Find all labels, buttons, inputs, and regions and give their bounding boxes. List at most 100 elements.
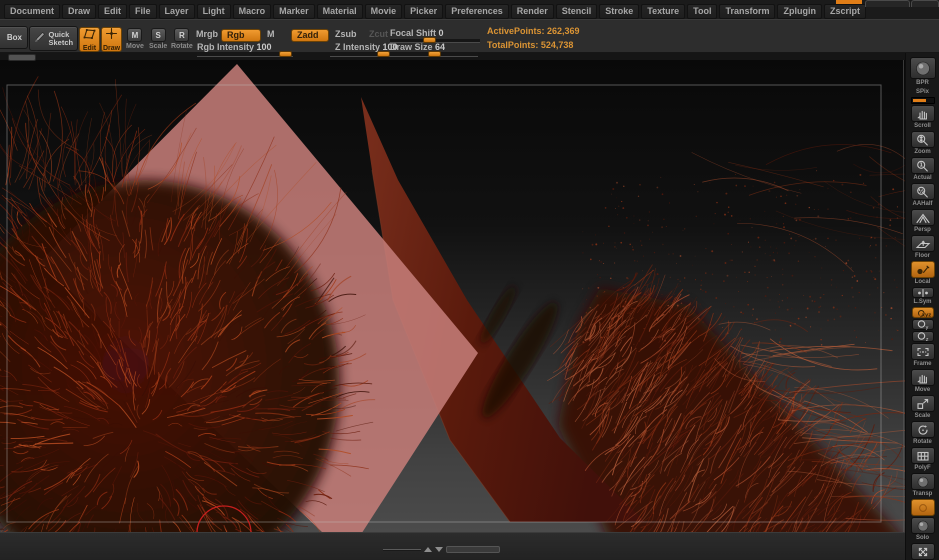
- symmetry-dots-icon: [911, 287, 934, 298]
- right-shelf-frame-label: Frame: [913, 361, 932, 367]
- menu-item-render[interactable]: Render: [510, 4, 554, 19]
- draw-size-slider[interactable]: [390, 51, 478, 57]
- arrow-up-icon: [424, 546, 432, 552]
- tray-divider-handle[interactable]: [383, 545, 513, 553]
- menu-item-stencil[interactable]: Stencil: [555, 4, 598, 19]
- window-close-button[interactable]: [911, 0, 939, 7]
- m-button[interactable]: M: [267, 30, 275, 39]
- menu-item-stroke[interactable]: Stroke: [599, 4, 640, 19]
- window-stub-button[interactable]: [865, 0, 910, 7]
- right-shelf-spix-label: SPix: [915, 89, 929, 95]
- right-shelf-frame-button[interactable]: Frame: [910, 343, 935, 368]
- menu-item-draw[interactable]: Draw: [62, 4, 97, 19]
- scale-mode-button[interactable]: S Scale: [149, 28, 167, 50]
- right-shelf-persp-button[interactable]: Persp: [910, 209, 935, 234]
- right-shelf-rotate-label: Rotate: [913, 439, 932, 445]
- svg-text:y: y: [925, 325, 928, 330]
- right-shelf-solo-button[interactable]: Solo: [910, 517, 935, 542]
- menu-item-marker[interactable]: Marker: [273, 4, 315, 19]
- right-shelf-move-button[interactable]: Move: [910, 369, 935, 394]
- menu-item-transform[interactable]: Transform: [719, 4, 776, 19]
- zadd-button[interactable]: Zadd: [291, 29, 329, 42]
- active-points-readout: ActivePoints: 262,369: [487, 26, 580, 36]
- edit-mode-button[interactable]: Edit: [79, 27, 100, 52]
- menu-item-zscript[interactable]: Zscript: [823, 4, 866, 19]
- rgb-intensity-slider[interactable]: [197, 51, 293, 57]
- right-shelf-solo-label: Solo: [916, 535, 929, 541]
- right-shelf-bpr-button[interactable]: BPR: [909, 57, 936, 87]
- right-shelf-lsym-button[interactable]: L.Sym: [911, 287, 934, 306]
- menu-item-light[interactable]: Light: [196, 4, 231, 19]
- edit-quad-icon: [81, 27, 98, 45]
- move-mode-button[interactable]: M Move: [126, 28, 144, 50]
- menu-item-preferences[interactable]: Preferences: [445, 4, 509, 19]
- rgb-button[interactable]: Rgb: [221, 29, 261, 42]
- quick-sketch-label: Quick Sketch: [48, 29, 74, 47]
- menu-item-tool[interactable]: Tool: [687, 4, 718, 19]
- right-shelf-aahalf-button[interactable]: ½ AAHalf: [910, 183, 935, 208]
- draw-mode-button[interactable]: Draw: [101, 27, 122, 52]
- divider-inset: [446, 545, 500, 553]
- right-shelf-spix-button[interactable]: SPix: [910, 88, 935, 104]
- right-shelf-xpose-button[interactable]: Xpose: [910, 543, 935, 560]
- sphere-icon: [910, 473, 935, 490]
- window-accent-button[interactable]: [836, 0, 862, 4]
- right-shelf: BPR SPix Scroll Zoom 1 Actual ½ AAHalf Persp Floo…: [905, 53, 939, 560]
- menu-item-file[interactable]: File: [129, 4, 157, 19]
- rotate-y-icon: y: [911, 319, 934, 330]
- right-shelf-xyz-button[interactable]: xyz: [911, 307, 934, 318]
- right-shelf-actual-label: Actual: [913, 175, 932, 181]
- right-shelf-z-axis-button[interactable]: z: [911, 331, 934, 342]
- right-shelf-transp-label: Transp: [912, 491, 933, 497]
- right-shelf-scroll-button[interactable]: Scroll: [910, 105, 935, 130]
- menu-item-edit[interactable]: Edit: [98, 4, 128, 19]
- right-shelf-local-button[interactable]: Local: [910, 261, 935, 286]
- mrgb-button[interactable]: Mrgb: [196, 30, 218, 39]
- right-shelf-scale-button[interactable]: Scale: [910, 395, 935, 420]
- local-pivot-icon: [910, 261, 935, 278]
- z-intensity-slider[interactable]: [330, 51, 390, 57]
- zsub-button[interactable]: Zsub: [335, 30, 357, 39]
- pencil-icon: [32, 29, 47, 48]
- right-shelf-rotate-button[interactable]: Rotate: [910, 421, 935, 446]
- svg-text:1: 1: [919, 162, 923, 168]
- right-shelf-transp-button[interactable]: Transp: [910, 473, 935, 498]
- zbrush-window: Document Draw Edit File Layer Light Macro Marke…: [0, 0, 939, 560]
- spix-slider-fill: [912, 99, 926, 102]
- menu-item-picker[interactable]: Picker: [404, 4, 444, 19]
- menu-item-macro[interactable]: Macro: [232, 4, 272, 19]
- right-shelf-actual-button[interactable]: 1 Actual: [910, 157, 935, 182]
- shelf-scrollbar[interactable]: [8, 54, 36, 61]
- rotate-mode-button[interactable]: R Rotate: [171, 28, 193, 50]
- right-shelf-zoom-label: Zoom: [914, 149, 931, 155]
- right-shelf-polyf-label: PolyF: [914, 465, 931, 471]
- menu-item-texture[interactable]: Texture: [641, 4, 686, 19]
- right-shelf-aahalf-label: AAHalf: [912, 201, 933, 207]
- right-shelf-y-axis-button[interactable]: y: [911, 319, 934, 330]
- zcut-button[interactable]: Zcut: [369, 30, 388, 39]
- spix-slider[interactable]: [910, 97, 935, 104]
- rgb-intensity-handle[interactable]: [279, 51, 292, 57]
- draw-label: Draw: [102, 44, 121, 52]
- document-canvas[interactable]: [0, 60, 939, 560]
- menu-item-layer[interactable]: Layer: [158, 4, 195, 19]
- divider-line: [383, 548, 421, 550]
- right-shelf-zoom-button[interactable]: Zoom: [910, 131, 935, 156]
- menu-bar: Document Draw Edit File Layer Light Macro Marke…: [0, 4, 939, 19]
- menu-item-document[interactable]: Document: [4, 4, 61, 19]
- right-shelf-polyf-button[interactable]: PolyF: [910, 447, 935, 472]
- menu-item-zplugin[interactable]: Zplugin: [777, 4, 822, 19]
- quick-sketch-button[interactable]: Quick Sketch: [29, 26, 78, 51]
- z-intensity-handle[interactable]: [377, 51, 390, 57]
- right-shelf-ghost-button[interactable]: [910, 499, 935, 516]
- right-shelf-floor-label: Floor: [915, 253, 930, 259]
- expand-arrows-icon: [910, 543, 935, 560]
- menu-item-material[interactable]: Material: [316, 4, 363, 19]
- menu-item-movie[interactable]: Movie: [364, 4, 403, 19]
- draw-size-handle[interactable]: [428, 51, 441, 57]
- right-shelf-bpr-label: BPR: [916, 80, 929, 86]
- right-shelf-floor-button[interactable]: Floor: [910, 235, 935, 260]
- current-tool-button[interactable]: Box: [0, 26, 28, 49]
- focal-shift-label: Focal Shift 0: [390, 28, 444, 38]
- edit-label: Edit: [82, 44, 97, 52]
